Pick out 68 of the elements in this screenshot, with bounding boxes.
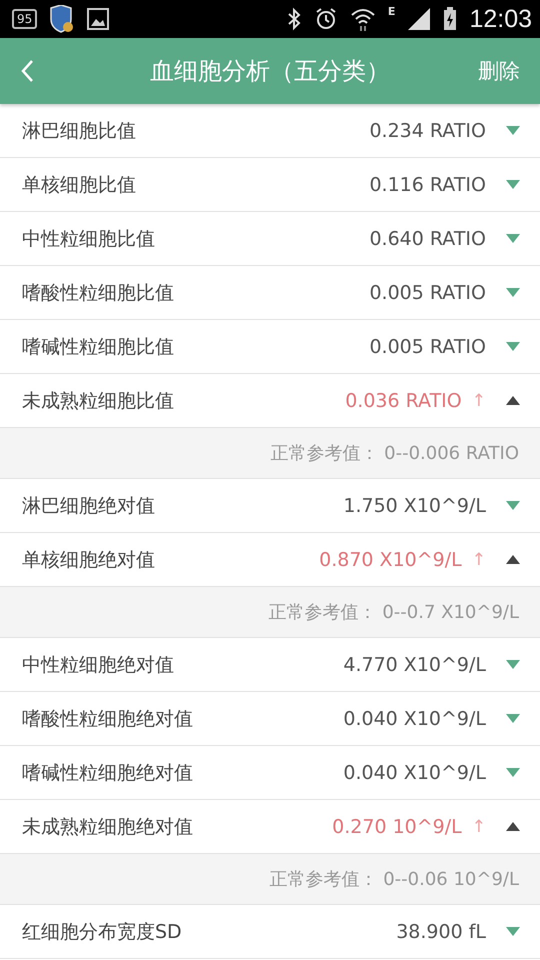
test-value: 0.270 10^9/L bbox=[332, 816, 462, 838]
test-name: 未成熟粒细胞比值 bbox=[22, 388, 175, 414]
collapse-caret-icon bbox=[506, 396, 520, 405]
test-value: 0.040 X10^9/L bbox=[343, 762, 486, 784]
expand-caret-icon bbox=[506, 180, 520, 189]
test-name: 红细胞分布宽度SD bbox=[22, 920, 183, 944]
expand-caret-icon bbox=[506, 714, 520, 723]
expand-caret-icon bbox=[506, 501, 520, 510]
test-name: 嗜碱性粒细胞比值 bbox=[22, 334, 175, 360]
result-row[interactable]: 嗜碱性粒细胞比值 0.005 RATIO bbox=[0, 320, 540, 374]
test-name: 单核细胞绝对值 bbox=[22, 548, 156, 572]
test-name: 淋巴细胞比值 bbox=[22, 118, 137, 144]
back-icon bbox=[20, 59, 34, 83]
wifi-icon bbox=[350, 7, 376, 31]
notification-count: 95 bbox=[12, 9, 38, 29]
test-value: 38.900 fL bbox=[396, 920, 486, 942]
test-name: 嗜酸性粒细胞比值 bbox=[22, 280, 175, 306]
test-value: 0.005 RATIO bbox=[369, 282, 486, 304]
network-type: E bbox=[388, 5, 396, 18]
high-value-label: ↑ bbox=[472, 550, 486, 570]
reference-range: 正常参考值： 0--0.006 RATIO bbox=[270, 442, 519, 465]
bluetooth-icon bbox=[286, 7, 302, 31]
test-value: 1.750 X10^9/L bbox=[343, 494, 486, 516]
page-title: 血细胞分析（五分类） bbox=[149, 56, 391, 87]
result-row[interactable]: 嗜酸性粒细胞绝对值 0.040 X10^9/L bbox=[0, 692, 540, 746]
test-name: 嗜碱性粒细胞绝对值 bbox=[22, 760, 194, 786]
reference-range: 正常参考值： 0--0.06 10^9/L bbox=[270, 868, 519, 891]
result-row[interactable]: 淋巴细胞绝对值 1.750 X10^9/L bbox=[0, 479, 540, 533]
alarm-icon bbox=[314, 7, 338, 31]
result-row[interactable]: 嗜碱性粒细胞绝对值 0.040 X10^9/L bbox=[0, 746, 540, 800]
collapse-caret-icon bbox=[506, 555, 520, 564]
shield-icon bbox=[49, 5, 76, 33]
battery-charging-icon bbox=[443, 7, 458, 31]
image-icon bbox=[87, 8, 110, 30]
test-name: 嗜酸性粒细胞绝对值 bbox=[22, 706, 194, 732]
test-value: 0.116 RATIO bbox=[369, 174, 486, 196]
result-row[interactable]: 单核细胞比值 0.116 RATIO bbox=[0, 158, 540, 212]
expand-caret-icon bbox=[506, 126, 520, 135]
test-name: 中性粒细胞比值 bbox=[22, 226, 156, 252]
back-button[interactable] bbox=[20, 59, 34, 83]
clock-time: 12:03 bbox=[469, 4, 532, 34]
expand-caret-icon bbox=[506, 660, 520, 669]
test-name: 未成熟粒细胞绝对值 bbox=[22, 814, 194, 840]
result-row[interactable]: 红细胞分布宽度SD 38.900 fL bbox=[0, 905, 540, 959]
signal-icon bbox=[407, 8, 432, 30]
test-value: 0.640 RATIO bbox=[369, 228, 486, 250]
test-name: 淋巴细胞绝对值 bbox=[22, 494, 156, 518]
test-name: 单核细胞比值 bbox=[22, 172, 137, 198]
test-value: 0.040 X10^9/L bbox=[343, 708, 486, 730]
result-row[interactable]: 中性粒细胞绝对值 4.770 X10^9/L bbox=[0, 638, 540, 692]
expand-caret-icon bbox=[506, 927, 520, 936]
test-value: 0.005 RATIO bbox=[369, 336, 486, 358]
test-value: 0.036 RATIO bbox=[345, 390, 462, 412]
reference-range: 正常参考值： 0--0.7 X10^9/L bbox=[268, 601, 519, 624]
result-row[interactable]: 中性粒细胞比值 0.640 RATIO bbox=[0, 212, 540, 266]
expand-caret-icon bbox=[506, 768, 520, 777]
collapse-caret-icon bbox=[506, 822, 520, 831]
result-row[interactable]: 嗜酸性粒细胞比值 0.005 RATIO bbox=[0, 266, 540, 320]
expand-caret-icon bbox=[506, 288, 520, 297]
expand-caret-icon bbox=[506, 234, 520, 243]
test-value: 0.234 RATIO bbox=[369, 120, 486, 142]
high-value-label: ↑ bbox=[472, 816, 486, 836]
high-value-label: ↑ bbox=[472, 390, 486, 410]
test-name: 中性粒细胞绝对值 bbox=[22, 652, 175, 678]
test-value: 4.770 X10^9/L bbox=[343, 654, 486, 676]
test-value: 0.870 X10^9/L bbox=[319, 548, 462, 570]
result-row[interactable]: 淋巴细胞比值 0.234 RATIO bbox=[0, 104, 540, 158]
expand-caret-icon bbox=[506, 342, 520, 351]
